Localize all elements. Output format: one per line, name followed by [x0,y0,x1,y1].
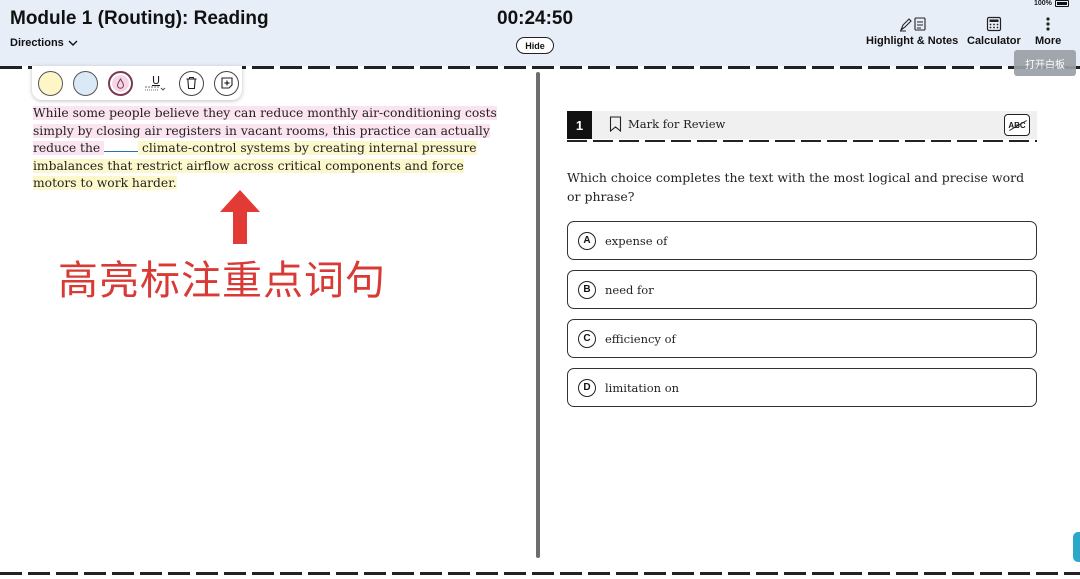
add-note-icon [220,77,233,89]
question-header-divider [567,140,1037,142]
highlight-blue-swatch[interactable] [73,70,98,96]
choice-letter: D [578,378,596,397]
calculator-button[interactable]: Calculator [967,12,1021,47]
add-note-button[interactable] [214,70,239,96]
underline-style-button[interactable]: U [143,71,169,96]
top-bar: Module 1 (Routing): Reading Directions 0… [0,0,1080,66]
bookmark-icon [609,116,622,132]
question-header-bar: 1 Mark for Review ABC [567,111,1037,139]
timer: 00:24:50 [497,8,574,29]
choice-letter: C [578,329,596,348]
hide-timer-button[interactable]: Hide [516,37,554,54]
annotation-caption: 高亮标注重点词句 [58,258,386,304]
calculator-label: Calculator [967,35,1021,47]
answer-eliminator-button[interactable]: ABC [1004,114,1030,136]
mark-for-review-label: Mark for Review [628,117,726,131]
battery-icon [1054,0,1069,7]
red-arrow-icon [220,190,260,244]
more-button[interactable]: More [1035,12,1061,47]
highlight-pink-swatch[interactable] [108,70,133,96]
directions-button[interactable]: Directions [10,37,78,49]
open-whiteboard-button[interactable]: 打开白板 [1014,50,1076,76]
more-vertical-icon [1046,17,1050,31]
chevron-down-icon [68,40,78,46]
delete-highlight-button[interactable] [179,70,204,96]
question-prompt: Which choice completes the text with the… [567,170,1025,204]
battery-percent: 100% [1034,0,1052,7]
answer-choice-d[interactable]: D limitation on [567,368,1037,407]
directions-label: Directions [10,37,64,49]
question-number: 1 [567,111,592,139]
highlight-notes-button[interactable]: Highlight & Notes [866,12,958,47]
side-drawer-handle[interactable] [1073,532,1080,562]
reading-passage: While some people believe they can reduc… [33,105,508,193]
highlight-yellow-swatch[interactable] [38,70,63,96]
pane-divider[interactable] [536,72,540,558]
underline-options-icon [145,86,166,91]
mark-for-review-button[interactable]: Mark for Review [609,116,725,132]
calculator-icon [986,16,1001,32]
choice-text: need for [605,282,654,297]
choice-letter: A [578,231,596,250]
answer-choice-b[interactable]: B need for [567,270,1037,309]
more-label: More [1035,35,1062,47]
trash-icon [186,77,197,90]
choice-text: efficiency of [605,331,676,346]
droplet-icon [116,77,125,89]
passage-blank [104,141,139,152]
footer-divider [0,572,1080,575]
choice-text: limitation on [605,380,680,395]
underline-glyph: U [151,73,161,87]
answer-choice-a[interactable]: A expense of [567,221,1037,260]
choice-text: expense of [605,233,668,248]
module-title: Module 1 (Routing): Reading [10,8,269,29]
highlight-notes-label: Highlight & Notes [866,35,959,47]
answer-choice-c[interactable]: C efficiency of [567,319,1037,358]
choice-letter: B [578,280,596,299]
annotation-toolbar: U [32,66,242,100]
highlighter-icon [899,17,926,32]
battery-indicator: 100% [1034,0,1069,7]
